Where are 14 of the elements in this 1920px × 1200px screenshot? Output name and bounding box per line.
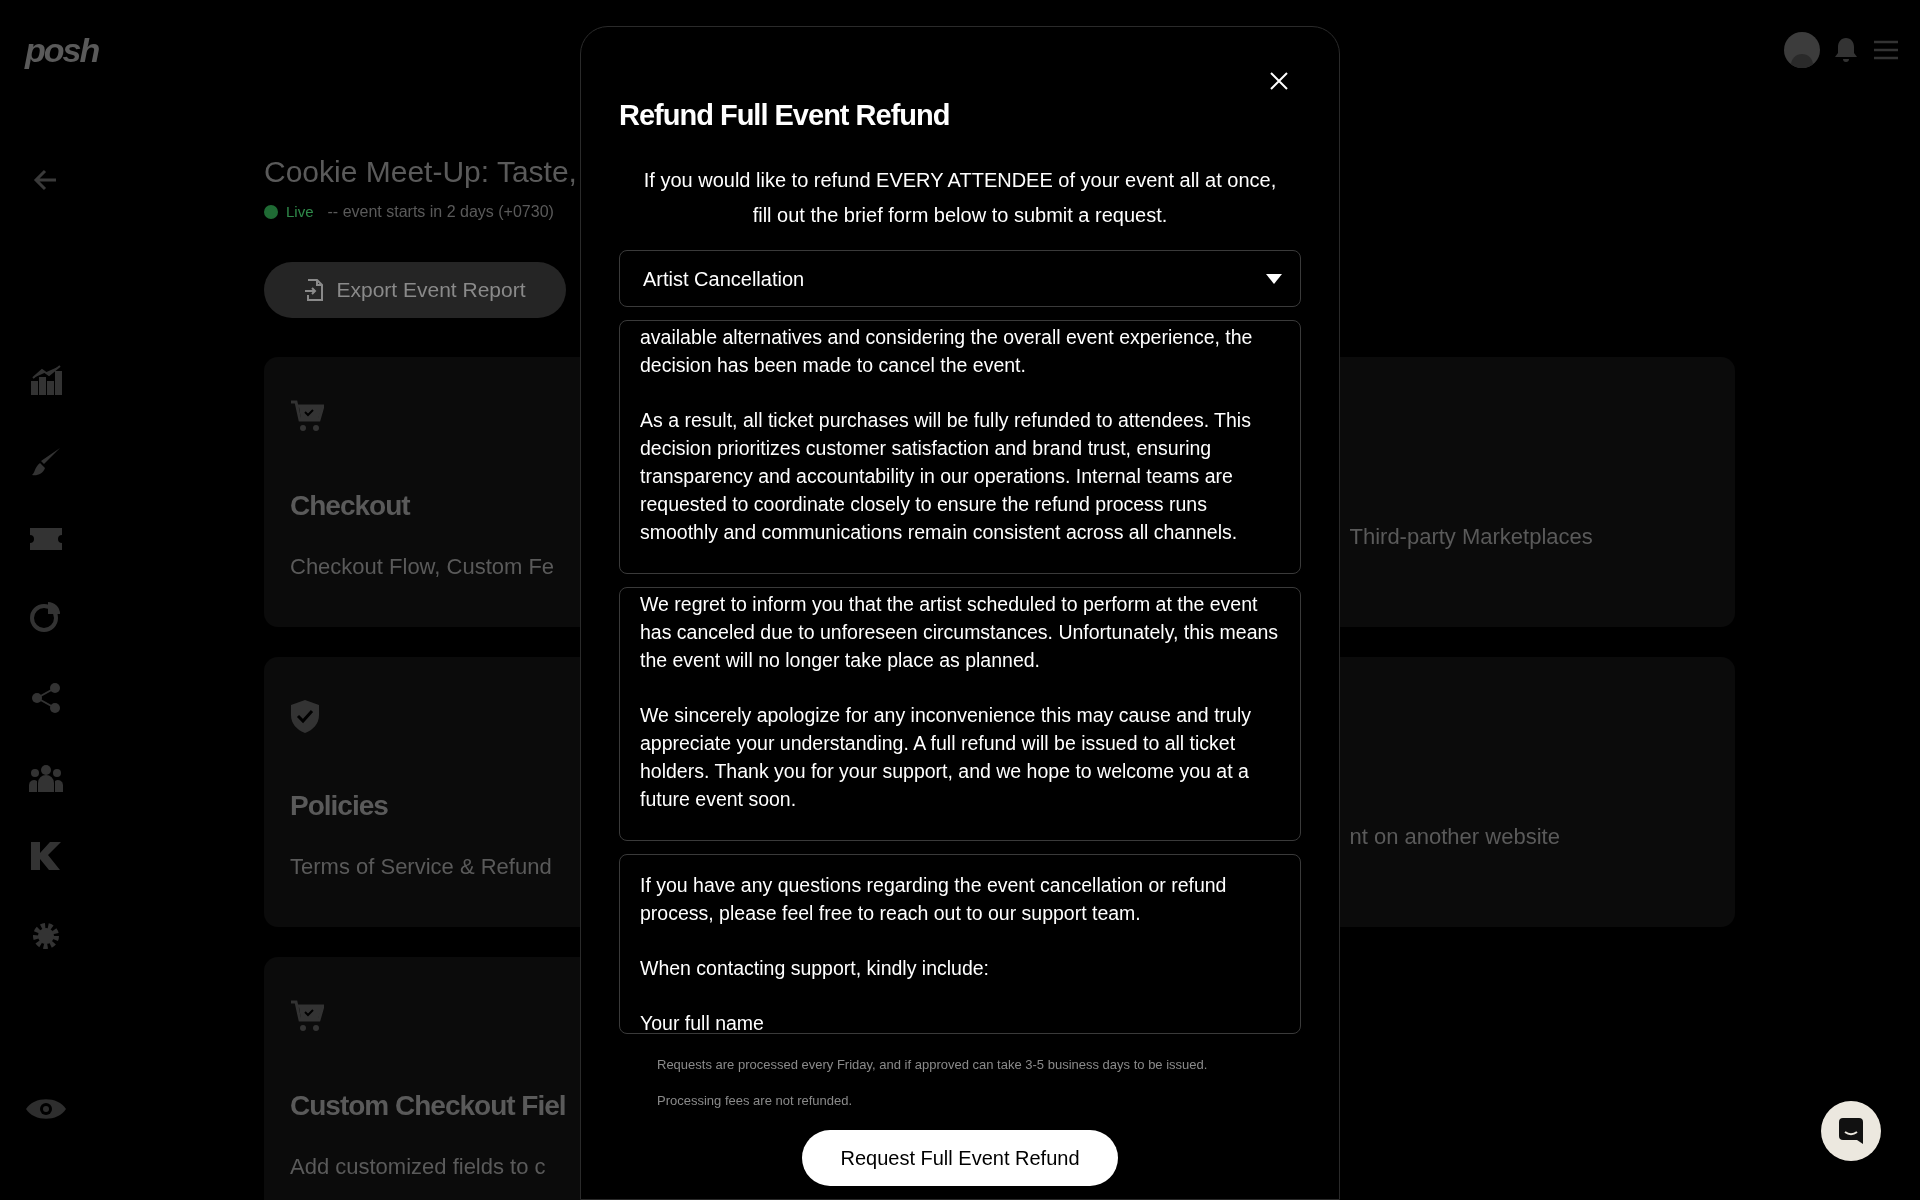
- card-description: Add customized fields to c: [290, 1153, 546, 1181]
- processing-note: Requests are processed every Friday, and if approved can take 3-5 business days to be issued. Processing fees are not refunded.: [656, 1056, 1209, 1110]
- card-description: Third-party Marketplaces: [1349, 523, 1593, 551]
- dialog-intro: If you would like to refund EVERY ATTENDEE of your event all at once, fill out the brief form below to submit a request.: [642, 168, 1278, 228]
- event-start-info: -- event starts in 2 days (+0730): [327, 202, 554, 222]
- card-description: Terms of Service & Refund: [290, 853, 552, 881]
- card-title: Custom Checkout Fiel: [290, 1089, 566, 1123]
- event-title: Cookie Meet-Up: Taste,: [264, 154, 577, 190]
- card-title: Policies: [290, 789, 388, 823]
- status-label: Live: [286, 201, 314, 222]
- card-description: nt on another website: [1349, 823, 1560, 851]
- card-title: Checkout: [290, 489, 410, 523]
- card-description: Checkout Flow, Custom Fe: [290, 553, 555, 581]
- dialog-title: Refund Full Event Refund: [619, 98, 951, 133]
